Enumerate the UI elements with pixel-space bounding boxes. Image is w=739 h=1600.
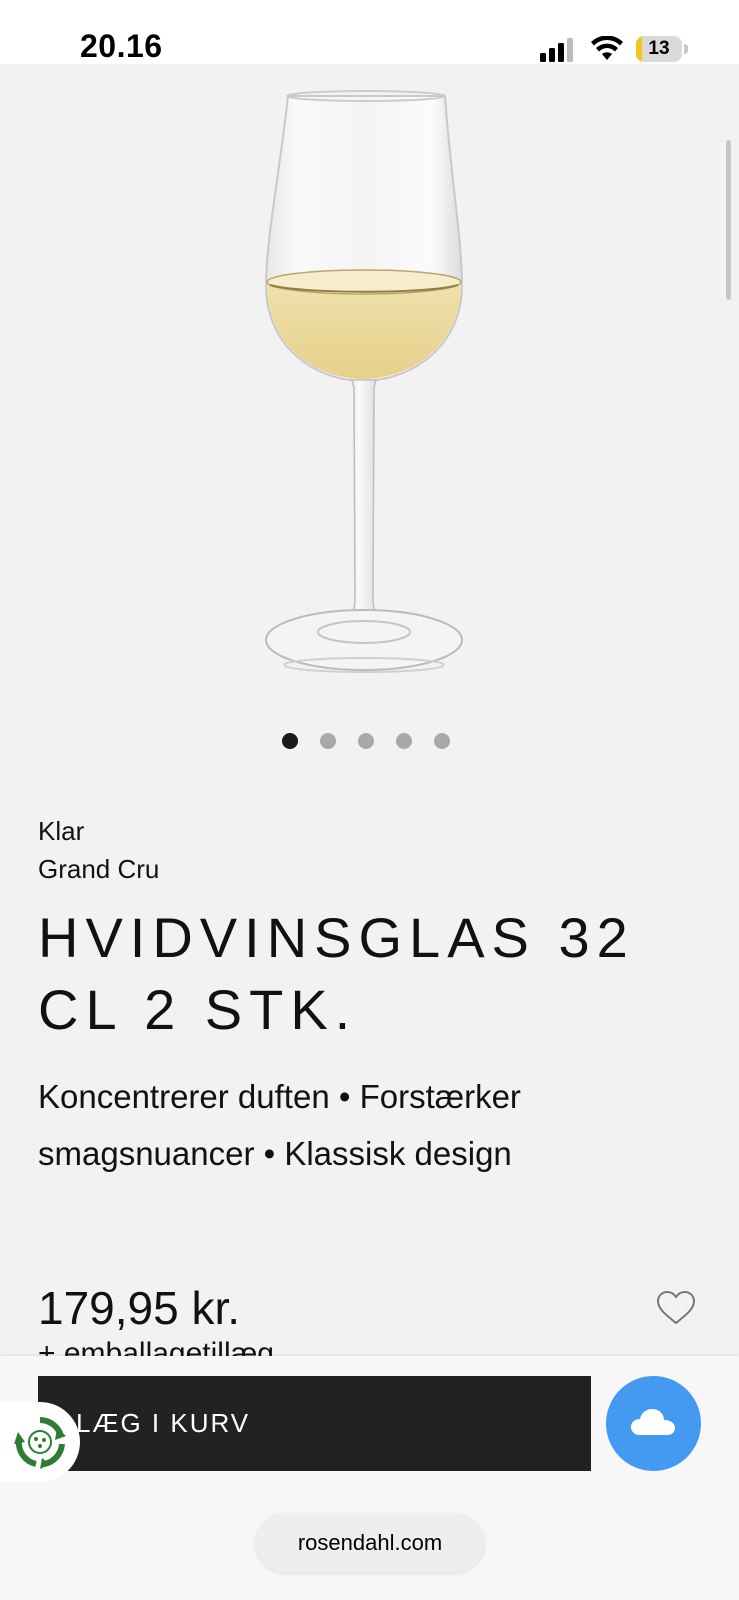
carousel-dot[interactable] [396,733,412,749]
feature-item: Klassisk design [284,1135,512,1172]
wifi-icon [591,36,623,60]
heart-outline-icon[interactable] [656,1290,696,1326]
recycle-badge-icon [14,1417,66,1469]
battery-icon: 13 [636,36,688,62]
cloud-icon [631,1409,675,1435]
carousel-dot[interactable] [320,733,336,749]
product-price: 179,95 kr. [38,1282,241,1334]
status-bar: 20.16 13 [0,0,739,64]
recycle-badge[interactable] [0,1402,80,1482]
product-variant: Klar [38,816,85,846]
battery-body: 13 [636,36,682,62]
bottom-action-bar: LÆG I KURV rosendahl.com [0,1356,739,1600]
product-features: Koncentrerer duften • Forstærker smagsnu… [38,1078,521,1172]
scroll-indicator[interactable] [726,140,731,300]
product-title: HVIDVINSGLAS 32 CL 2 STK. [38,906,635,1041]
browser-url-bar[interactable]: rosendahl.com [256,1514,484,1572]
status-time: 20.16 [80,28,163,64]
carousel-dot[interactable] [282,733,298,749]
battery-percentage: 13 [648,38,670,59]
feature-item: Koncentrerer duften [38,1078,330,1115]
wine-glass-image [264,90,464,673]
image-carousel-dots [282,733,450,749]
product-info: Klar Grand Cru HVIDVINSGLAS 32 CL 2 STK.… [38,812,698,1182]
weather-widget-button[interactable] [606,1376,701,1471]
carousel-dot[interactable] [434,733,450,749]
battery-cap [684,44,688,54]
carousel-dot[interactable] [358,733,374,749]
cellular-signal-icon [540,38,573,62]
product-collection: Grand Cru [38,854,160,884]
add-to-cart-button[interactable]: LÆG I KURV [38,1376,591,1471]
